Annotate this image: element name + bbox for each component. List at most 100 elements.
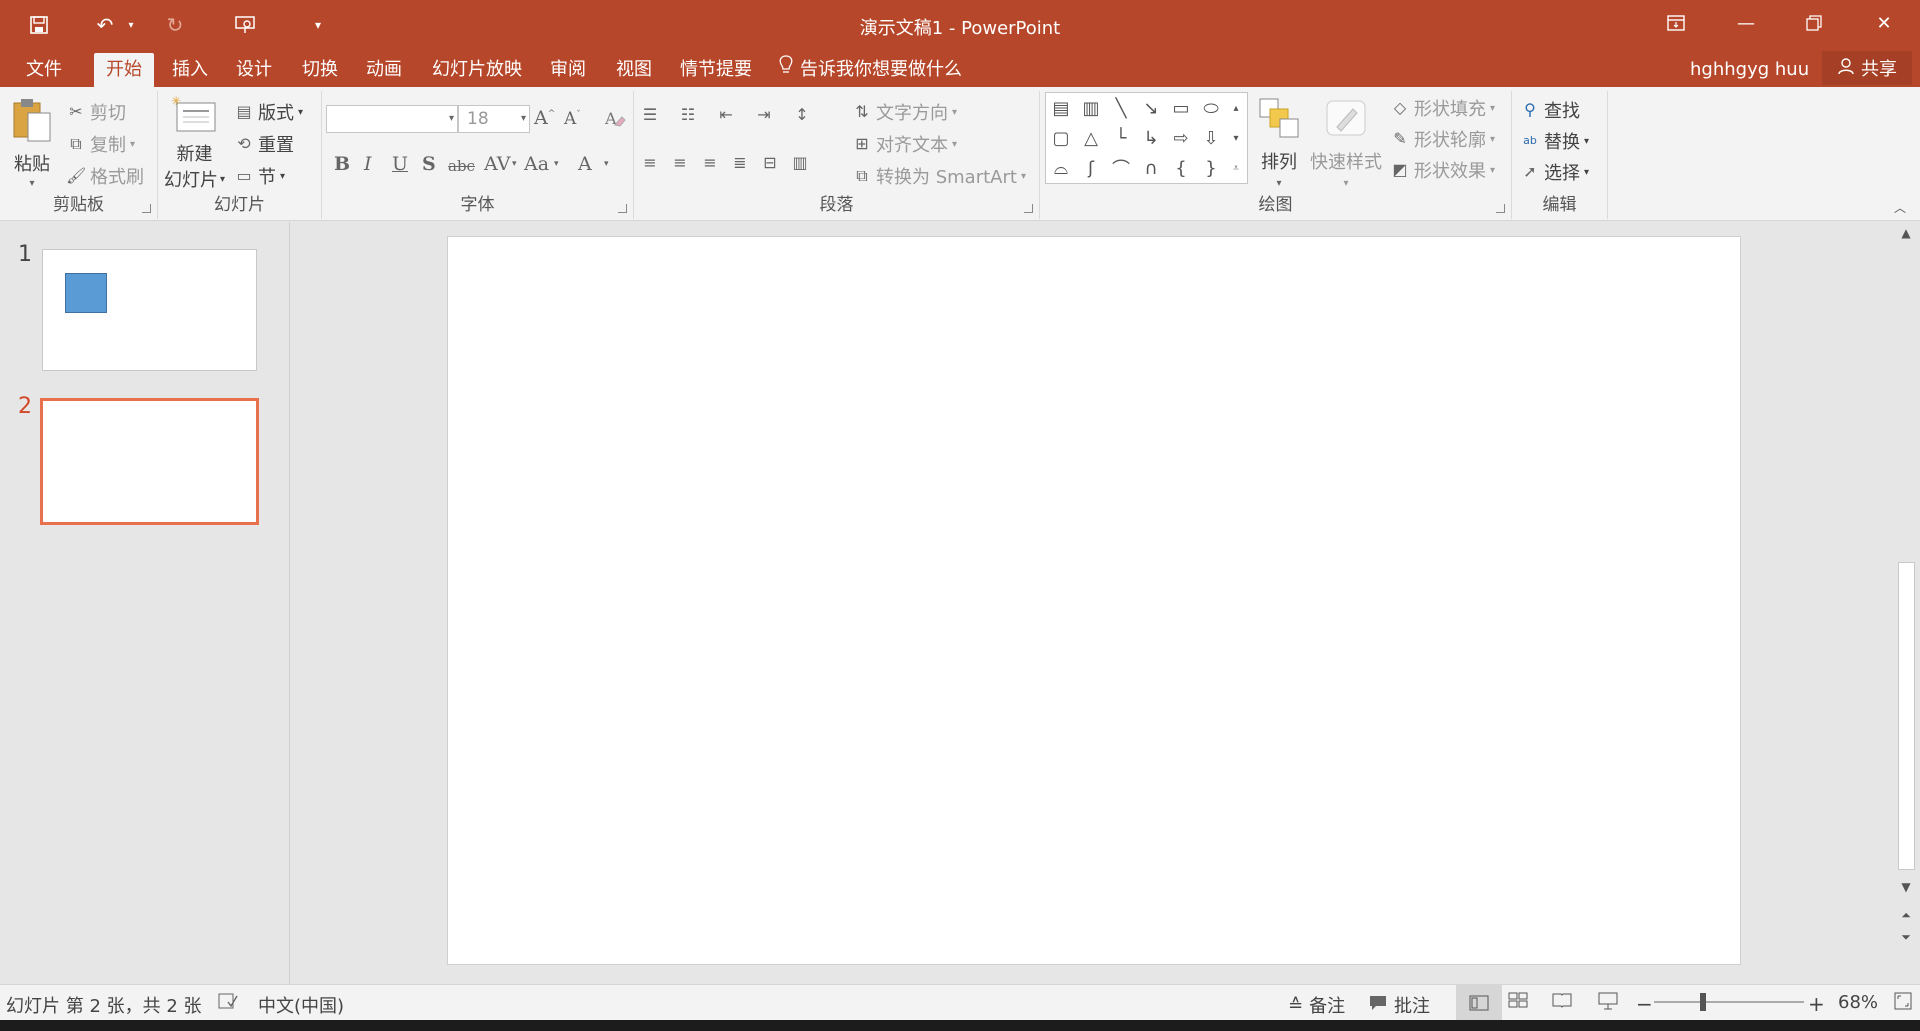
character-spacing-button[interactable]: AV xyxy=(484,153,511,175)
numbering-icon[interactable]: ☷ xyxy=(678,105,698,125)
minimize-icon[interactable]: — xyxy=(1712,0,1780,46)
justify-icon[interactable]: ≣ xyxy=(730,153,750,173)
copy-button[interactable]: ⧉ 复制 ▾ xyxy=(66,131,135,157)
clipboard-launcher-icon[interactable] xyxy=(142,204,151,213)
slide-sorter-view-button[interactable] xyxy=(1508,992,1528,1008)
gallery-up-icon[interactable]: ▴ xyxy=(1226,95,1246,121)
shape-fill-button[interactable]: ◇ 形状填充 ▾ xyxy=(1390,95,1495,121)
distributed-icon[interactable]: ⊟ xyxy=(760,153,780,173)
drawing-launcher-icon[interactable] xyxy=(1496,204,1505,213)
rectangle-shape-icon[interactable]: ▭ xyxy=(1168,95,1194,121)
vertical-scrollbar[interactable]: ▲ ▼ ⏶ ⏷ xyxy=(1893,222,1920,984)
align-text-button[interactable]: ⊞ 对齐文本 ▾ xyxy=(852,131,957,157)
freeform-shape-icon[interactable]: ⌓ xyxy=(1048,155,1074,181)
curve-shape-icon[interactable]: ∩ xyxy=(1138,155,1164,181)
smartart-button[interactable]: ⧉ 转换为 SmartArt ▾ xyxy=(852,163,1026,189)
scrollbar-thumb[interactable] xyxy=(1898,562,1915,870)
triangle-shape-icon[interactable]: △ xyxy=(1078,125,1104,151)
align-right-icon[interactable]: ≡ xyxy=(700,153,720,173)
tell-me-box[interactable]: 告诉我你想要做什么 xyxy=(778,53,962,87)
decrease-indent-icon[interactable]: ⇤ xyxy=(716,105,736,125)
new-slide-button[interactable]: ✳ 新建 幻灯片 ▾ xyxy=(164,94,225,192)
spacing-dropdown-icon[interactable]: ▾ xyxy=(512,159,517,169)
tab-transitions[interactable]: 切换 xyxy=(290,53,350,87)
elbow-arrow-shape-icon[interactable]: ↳ xyxy=(1138,125,1164,151)
line-spacing-icon[interactable]: ↕ xyxy=(792,105,812,125)
ribbon-display-options-icon[interactable] xyxy=(1642,0,1710,46)
replace-button[interactable]: ab 替换 ▾ xyxy=(1520,128,1589,154)
cut-button[interactable]: ✂ 剪切 xyxy=(66,99,126,125)
font-size-combo[interactable]: 18 ▾ xyxy=(458,105,530,133)
align-center-icon[interactable]: ≡ xyxy=(670,153,690,173)
format-painter-button[interactable]: 🖌 格式刷 xyxy=(66,163,144,189)
scroll-down-icon[interactable]: ▼ xyxy=(1897,878,1915,896)
layout-button[interactable]: ▤ 版式 ▾ xyxy=(234,99,303,125)
shadow-button[interactable]: S xyxy=(422,153,436,175)
paste-button[interactable]: 粘贴 ▾ xyxy=(10,97,54,189)
case-dropdown-icon[interactable]: ▾ xyxy=(554,159,559,169)
elbow-connector-shape-icon[interactable]: └ xyxy=(1108,125,1134,151)
tab-home[interactable]: 开始 xyxy=(94,53,154,87)
tab-animations[interactable]: 动画 xyxy=(354,53,414,87)
rounded-rectangle-shape-icon[interactable]: ▢ xyxy=(1048,125,1074,151)
grow-font-icon[interactable]: A^ xyxy=(534,107,555,129)
section-button[interactable]: ▭ 节 ▾ xyxy=(234,163,285,189)
tab-slideshow[interactable]: 幻灯片放映 xyxy=(420,53,534,87)
right-arrow-shape-icon[interactable]: ⇨ xyxy=(1168,125,1194,151)
font-color-button[interactable]: A xyxy=(578,153,592,175)
strikethrough-button[interactable]: abc xyxy=(448,157,475,175)
zoom-out-icon[interactable]: − xyxy=(1636,992,1653,1016)
current-slide[interactable] xyxy=(447,236,1741,965)
bold-button[interactable]: B xyxy=(334,153,350,175)
tab-file[interactable]: 文件 xyxy=(14,53,74,87)
comments-button[interactable]: 批注 xyxy=(1368,992,1430,1018)
scribble-shape-icon[interactable]: ʃ xyxy=(1078,155,1104,181)
oval-shape-icon[interactable]: ⬭ xyxy=(1198,95,1224,121)
shape-outline-button[interactable]: ✎ 形状轮廓 ▾ xyxy=(1390,126,1495,152)
previous-slide-icon[interactable]: ⏶ xyxy=(1897,906,1915,924)
tab-storyboarding[interactable]: 情节提要 xyxy=(668,53,764,87)
zoom-level[interactable]: 68% xyxy=(1838,992,1878,1013)
slide-thumbnail-2[interactable] xyxy=(40,398,259,525)
close-icon[interactable]: ✕ xyxy=(1850,0,1918,46)
font-name-combo[interactable]: ▾ xyxy=(326,105,458,133)
share-button[interactable]: 共享 xyxy=(1822,51,1912,85)
down-arrow-shape-icon[interactable]: ⇩ xyxy=(1198,125,1224,151)
arc-shape-icon[interactable]: ⌒ xyxy=(1108,155,1134,181)
restore-icon[interactable] xyxy=(1780,0,1848,46)
tab-review[interactable]: 审阅 xyxy=(538,53,598,87)
increase-indent-icon[interactable]: ⇥ xyxy=(754,105,774,125)
slide-thumbnail-1[interactable] xyxy=(42,249,257,371)
arrange-button[interactable]: 排列 ▾ xyxy=(1258,97,1300,189)
notes-button[interactable]: ≙ 备注 xyxy=(1288,992,1345,1018)
font-color-dropdown-icon[interactable]: ▾ xyxy=(604,159,609,169)
spell-check-icon[interactable] xyxy=(218,992,238,1010)
change-case-button[interactable]: Aa xyxy=(524,153,549,175)
arrow-line-shape-icon[interactable]: ↘ xyxy=(1138,95,1164,121)
italic-button[interactable]: I xyxy=(364,153,372,175)
select-button[interactable]: ➚ 选择 ▾ xyxy=(1520,159,1589,185)
shape-effects-button[interactable]: ◩ 形状效果 ▾ xyxy=(1390,157,1495,183)
paragraph-launcher-icon[interactable] xyxy=(1024,204,1033,213)
vertical-text-box-shape-icon[interactable]: ▥ xyxy=(1078,95,1104,121)
shrink-font-icon[interactable]: Aˇ xyxy=(564,109,581,129)
left-brace-shape-icon[interactable]: { xyxy=(1168,155,1194,181)
tab-insert[interactable]: 插入 xyxy=(160,53,220,87)
slideshow-view-button[interactable] xyxy=(1598,992,1618,1010)
right-brace-shape-icon[interactable]: } xyxy=(1198,155,1224,181)
text-box-shape-icon[interactable]: ▤ xyxy=(1048,95,1074,121)
tab-view[interactable]: 视图 xyxy=(604,53,664,87)
fit-to-window-icon[interactable] xyxy=(1894,992,1912,1010)
language-indicator[interactable]: 中文(中国) xyxy=(258,992,344,1018)
reset-button[interactable]: ⟲ 重置 xyxy=(234,131,294,157)
gallery-down-icon[interactable]: ▾ xyxy=(1226,125,1246,151)
bullets-icon[interactable]: ☰ xyxy=(640,105,660,125)
reading-view-button[interactable] xyxy=(1552,992,1572,1008)
next-slide-icon[interactable]: ⏷ xyxy=(1897,928,1915,946)
normal-view-button[interactable] xyxy=(1456,985,1502,1020)
align-left-icon[interactable]: ≡ xyxy=(640,153,660,173)
zoom-slider[interactable] xyxy=(1654,993,1804,1011)
gallery-more-icon[interactable]: ⩡ xyxy=(1226,155,1246,181)
zoom-in-icon[interactable]: + xyxy=(1808,992,1825,1016)
quick-styles-button[interactable]: 快速样式 ▾ xyxy=(1310,97,1382,189)
